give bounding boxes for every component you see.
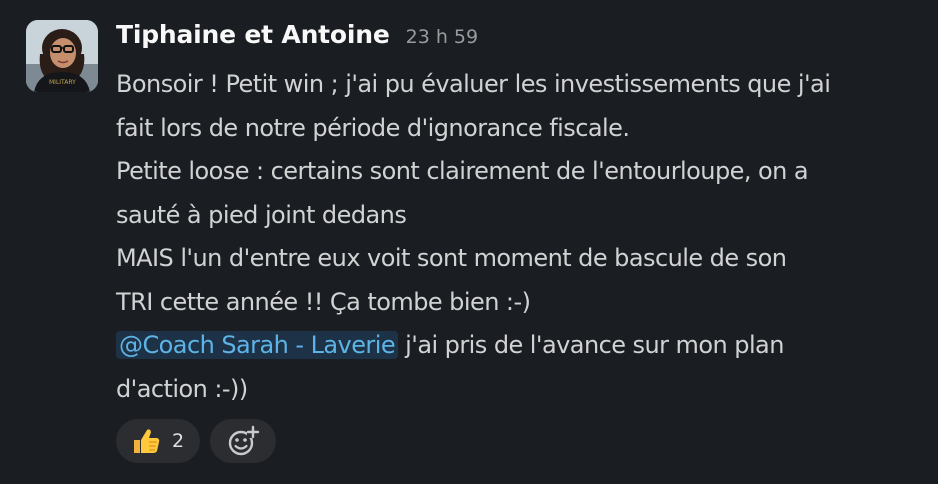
mention-suffix: j'ai pris de l'avance sur mon plan xyxy=(398,331,784,359)
message-timestamp[interactable]: 23 h 59 xyxy=(406,26,478,48)
user-mention[interactable]: @Coach Sarah - Laverie xyxy=(116,331,399,359)
message-line: TRI cette année !! Ça tombe bien :-) xyxy=(116,287,531,316)
message-line: Petite loose : certains sont clairement … xyxy=(116,157,809,185)
add-reaction-button[interactable] xyxy=(210,419,276,463)
reaction-count: 2 xyxy=(172,430,185,452)
reactions-bar: 2 xyxy=(116,419,276,463)
author-name[interactable]: Tiphaine et Antoine xyxy=(116,20,390,49)
avatar[interactable]: MILITARY xyxy=(26,20,98,92)
message-body: Bonsoir ! Petit win ; j'ai pu évaluer le… xyxy=(116,63,922,411)
avatar-image: MILITARY xyxy=(26,20,98,92)
avatar-shirt-text: MILITARY xyxy=(49,79,76,86)
thumbs-up-icon xyxy=(130,425,162,457)
message-line: sauté à pied joint dedans xyxy=(116,200,407,229)
message-line: fait lors de notre période d'ignorance f… xyxy=(116,113,630,142)
message: MILITARY Tiphaine et Antoine 23 h 59 Bon… xyxy=(0,0,938,484)
reaction-thumbs-up[interactable]: 2 xyxy=(116,419,200,463)
message-line: MAIS l'un d'entre eux voit sont moment d… xyxy=(116,244,787,272)
message-line-mention: @Coach Sarah - Laverie j'ai pris de l'av… xyxy=(116,324,922,368)
message-line: d'action :-)) xyxy=(116,374,248,403)
message-header: Tiphaine et Antoine 23 h 59 xyxy=(116,20,478,56)
message-line: Bonsoir ! Petit win ; j'ai pu évaluer le… xyxy=(116,70,831,98)
add-reaction-icon xyxy=(226,424,260,458)
